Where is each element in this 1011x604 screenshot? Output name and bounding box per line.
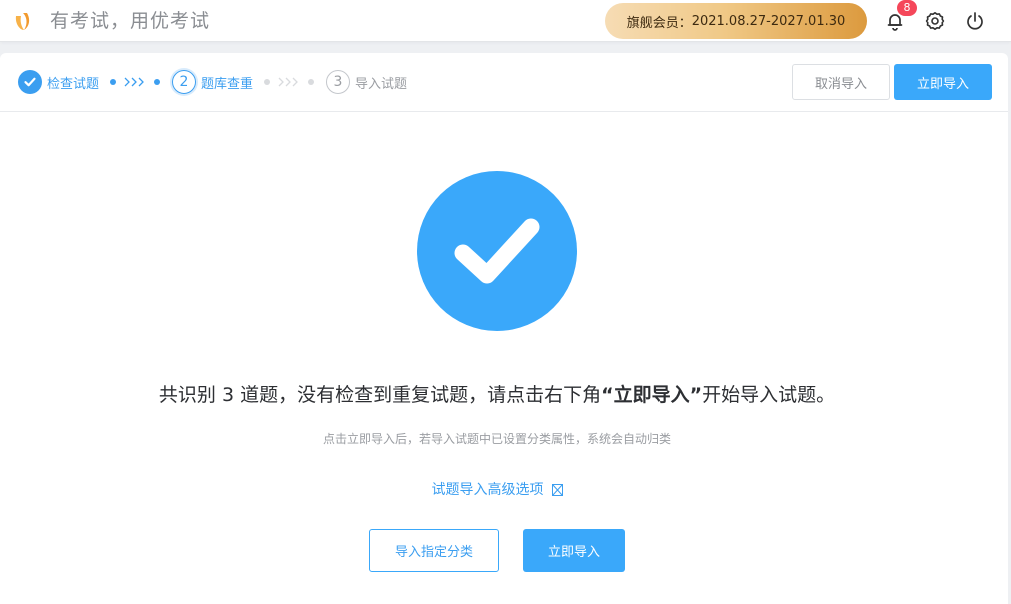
step-label: 检查试题 xyxy=(47,76,100,92)
auto-category-hint: 点击立即导入后，若导入试题中已设置分类属性，系统会自动归类 xyxy=(322,432,671,446)
success-check-icon xyxy=(417,171,577,331)
membership-label: 旗舰会员： xyxy=(626,15,692,31)
step-label: 题库查重 xyxy=(201,76,254,92)
advanced-options-link[interactable]: 试题导入高级选项 xyxy=(0,480,994,500)
highlight-text: “立即导入” xyxy=(601,384,703,406)
check-icon xyxy=(18,70,42,94)
step-import-questions: 3 导入试题 xyxy=(326,70,407,94)
step-separator xyxy=(110,75,160,89)
gear-icon[interactable] xyxy=(924,10,946,32)
app-slogan: 有考试，用优考试 xyxy=(50,10,211,32)
cancel-import-button[interactable]: 取消导入 xyxy=(792,64,890,100)
assign-category-button[interactable]: 导入指定分类 xyxy=(369,529,499,572)
notification-count-badge: 8 xyxy=(897,0,917,16)
step-number: 3 xyxy=(326,70,350,94)
logo-icon xyxy=(12,10,34,32)
power-icon[interactable] xyxy=(964,10,986,32)
membership-badge[interactable]: 旗舰会员： 2021.08.27-2027.01.30 xyxy=(605,3,867,39)
expand-icon xyxy=(551,484,563,496)
step-duplicate-check: 2 题库查重 xyxy=(172,70,253,94)
step-indicator: 检查试题 2 题库查重 3 导入试题 取消导入 立即导入 xyxy=(0,53,1008,112)
import-now-button[interactable]: 立即导入 xyxy=(523,529,625,572)
import-panel: 检查试题 2 题库查重 3 导入试题 取消导入 立即导入 共识别 3 道题，没有… xyxy=(0,53,1008,604)
step-label: 导入试题 xyxy=(355,76,408,92)
import-now-button-top[interactable]: 立即导入 xyxy=(894,64,992,100)
advanced-options-label: 试题导入高级选项 xyxy=(431,482,544,498)
result-message: 共识别 3 道题，没有检查到重复试题，请点击右下角“立即导入”开始导入试题。 xyxy=(158,384,836,406)
step-check-questions: 检查试题 xyxy=(18,70,99,94)
step-separator xyxy=(264,75,314,89)
membership-period: 2021.08.27-2027.01.30 xyxy=(691,13,846,29)
step-number: 2 xyxy=(172,70,196,94)
top-header: 有考试，用优考试 旗舰会员： 2021.08.27-2027.01.30 8 xyxy=(0,0,1011,42)
